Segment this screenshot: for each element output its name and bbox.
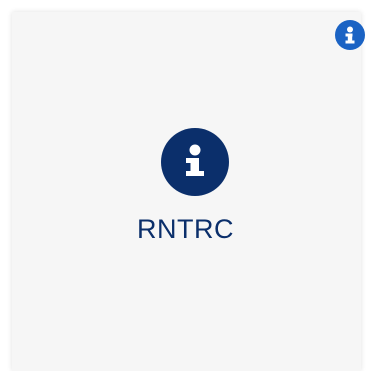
card-label[interactable]: RNTRC bbox=[0, 214, 371, 245]
info-icon[interactable] bbox=[335, 20, 365, 50]
rntrc-info-icon[interactable] bbox=[161, 128, 229, 196]
info-glyph-icon bbox=[186, 144, 204, 176]
info-glyph-icon bbox=[345, 26, 355, 44]
